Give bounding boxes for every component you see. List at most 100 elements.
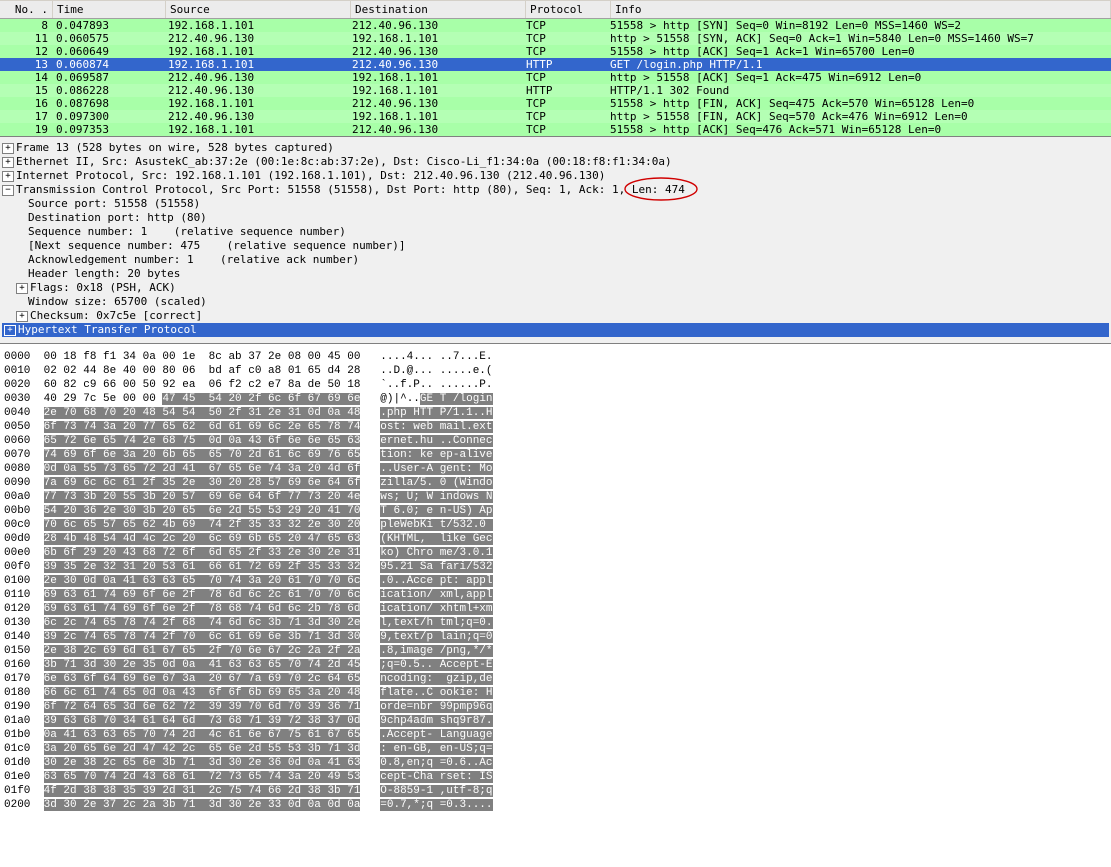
- hex-ascii-highlight: ication/ xml,appl: [380, 589, 492, 601]
- packet-row[interactable]: 170.097300212.40.96.130192.168.1.101TCPh…: [0, 110, 1111, 123]
- expand-icon[interactable]: +: [16, 311, 28, 322]
- col-header-info[interactable]: Info: [611, 1, 1111, 18]
- hex-ascii-highlight: ws; U; W indows N: [380, 491, 492, 503]
- hex-row[interactable]: 0100 2e 30 0d 0a 41 63 63 65 70 74 3a 20…: [4, 574, 1107, 588]
- hex-ascii-highlight: orde=nbr 99pmp96q: [380, 701, 492, 713]
- hex-row[interactable]: 0120 69 63 61 74 69 6f 6e 2f 78 68 74 6d…: [4, 602, 1107, 616]
- hex-row[interactable]: 0140 39 2c 74 65 78 74 2f 70 6c 61 69 6e…: [4, 630, 1107, 644]
- col-header-dst[interactable]: Destination: [351, 1, 526, 18]
- hex-offset: 0000: [4, 351, 30, 363]
- tree-ip[interactable]: +Internet Protocol, Src: 192.168.1.101 (…: [2, 169, 1109, 183]
- hex-row[interactable]: 0110 69 63 61 74 69 6f 6e 2f 78 6d 6c 2c…: [4, 588, 1107, 602]
- hex-bytes-plain: 00 18 f8 f1 34 0a 00 1e 8c ab 37 2e 08 0…: [44, 351, 361, 363]
- hex-row[interactable]: 00a0 77 73 3b 20 55 3b 20 57 69 6e 64 6f…: [4, 490, 1107, 504]
- hex-row[interactable]: 0200 3d 30 2e 37 2c 2a 3b 71 3d 30 2e 33…: [4, 798, 1107, 812]
- hex-offset: 0090: [4, 477, 30, 489]
- tree-ethernet[interactable]: +Ethernet II, Src: AsustekC_ab:37:2e (00…: [2, 155, 1109, 169]
- tcp-win: Window size: 65700 (scaled): [2, 295, 1109, 309]
- hex-offset: 0050: [4, 421, 30, 433]
- hex-bytes-highlight: 2e 38 2c 69 6d 61 67 65 2f 70 6e 67 2c 2…: [44, 645, 361, 657]
- packet-row[interactable]: 140.069587212.40.96.130192.168.1.101TCPh…: [0, 71, 1111, 84]
- hex-ascii-highlight: =0.7,*;q =0.3....: [380, 799, 492, 811]
- hex-row[interactable]: 01e0 63 65 70 74 2d 43 68 61 72 73 65 74…: [4, 770, 1107, 784]
- expand-icon[interactable]: +: [16, 283, 28, 294]
- hex-row[interactable]: 0020 60 82 c9 66 00 50 92 ea 06 f2 c2 e7…: [4, 378, 1107, 392]
- tree-tcp[interactable]: −Transmission Control Protocol, Src Port…: [2, 183, 1109, 197]
- hex-row[interactable]: 0070 74 69 6f 6e 3a 20 6b 65 65 70 2d 61…: [4, 448, 1107, 462]
- col-header-proto[interactable]: Protocol: [526, 1, 611, 18]
- packet-row[interactable]: 150.086228212.40.96.130192.168.1.101HTTP…: [0, 84, 1111, 97]
- hex-row[interactable]: 0150 2e 38 2c 69 6d 61 67 65 2f 70 6e 67…: [4, 644, 1107, 658]
- col-header-time[interactable]: Time: [53, 1, 166, 18]
- hex-row[interactable]: 0010 02 02 44 8e 40 00 80 06 bd af c0 a8…: [4, 364, 1107, 378]
- cell-time: 0.060575: [52, 32, 164, 45]
- packet-row[interactable]: 160.087698192.168.1.101212.40.96.130TCP5…: [0, 97, 1111, 110]
- cell-src: 212.40.96.130: [164, 84, 348, 97]
- ethernet-summary: Ethernet II, Src: AsustekC_ab:37:2e (00:…: [16, 155, 672, 168]
- hex-row[interactable]: 0190 6f 72 64 65 3d 6e 62 72 39 39 70 6d…: [4, 700, 1107, 714]
- hex-row[interactable]: 0090 7a 69 6c 6c 61 2f 35 2e 30 20 28 57…: [4, 476, 1107, 490]
- hex-ascii-highlight: 9chp4adm shq9r87.: [380, 715, 492, 727]
- hex-offset: 00a0: [4, 491, 30, 503]
- tree-tcp-cksum[interactable]: +Checksum: 0x7c5e [correct]: [2, 309, 1109, 323]
- hex-row[interactable]: 00b0 54 20 36 2e 30 3b 20 65 6e 2d 55 53…: [4, 504, 1107, 518]
- hex-offset: 0010: [4, 365, 30, 377]
- hex-row[interactable]: 00e0 6b 6f 29 20 43 68 72 6f 6d 65 2f 33…: [4, 546, 1107, 560]
- hex-row[interactable]: 0130 6c 2c 74 65 78 74 2f 68 74 6d 6c 3b…: [4, 616, 1107, 630]
- packet-list[interactable]: 80.047893192.168.1.101212.40.96.130TCP51…: [0, 19, 1111, 136]
- packet-row[interactable]: 190.097353192.168.1.101212.40.96.130TCP5…: [0, 123, 1111, 136]
- hex-row[interactable]: 00c0 70 6c 65 57 65 62 4b 69 74 2f 35 33…: [4, 518, 1107, 532]
- col-header-no[interactable]: No. .: [0, 1, 53, 18]
- cell-src: 212.40.96.130: [164, 32, 348, 45]
- hex-row[interactable]: 0060 65 72 6e 65 74 2e 68 75 0d 0a 43 6f…: [4, 434, 1107, 448]
- hex-bytes-plain: 02 02 44 8e 40 00 80 06 bd af c0 a8 01 6…: [44, 365, 361, 377]
- hex-row[interactable]: 0050 6f 73 74 3a 20 77 65 62 6d 61 69 6c…: [4, 420, 1107, 434]
- cell-dst: 192.168.1.101: [348, 71, 522, 84]
- tcp-len-annotation: Len: 474: [632, 183, 685, 197]
- hex-row[interactable]: 01b0 0a 41 63 63 65 70 74 2d 4c 61 6e 67…: [4, 728, 1107, 742]
- expand-icon[interactable]: +: [2, 157, 14, 168]
- collapse-icon[interactable]: −: [2, 185, 14, 196]
- hex-bytes-highlight: 39 2c 74 65 78 74 2f 70 6c 61 69 6e 3b 7…: [44, 631, 361, 643]
- hex-offset: 01a0: [4, 715, 30, 727]
- hex-ascii-plain: ....4... ..7...E.: [380, 351, 492, 363]
- packet-row[interactable]: 80.047893192.168.1.101212.40.96.130TCP51…: [0, 19, 1111, 32]
- hex-row[interactable]: 00f0 39 35 2e 32 31 20 53 61 66 61 72 69…: [4, 560, 1107, 574]
- hex-row[interactable]: 0080 0d 0a 55 73 65 72 2d 41 67 65 6e 74…: [4, 462, 1107, 476]
- tree-http[interactable]: +Hypertext Transfer Protocol: [2, 323, 1109, 337]
- hex-row[interactable]: 00d0 28 4b 48 54 4d 4c 2c 20 6c 69 6b 65…: [4, 532, 1107, 546]
- hex-bytes-highlight: 7a 69 6c 6c 61 2f 35 2e 30 20 28 57 69 6…: [44, 477, 361, 489]
- hex-row[interactable]: 01a0 39 63 68 70 34 61 64 6d 73 68 71 39…: [4, 714, 1107, 728]
- hex-row[interactable]: 0180 66 6c 61 74 65 0d 0a 43 6f 6f 6b 69…: [4, 686, 1107, 700]
- frame-summary: Frame 13 (528 bytes on wire, 528 bytes c…: [16, 141, 334, 154]
- cell-time: 0.060874: [52, 58, 164, 71]
- hex-row[interactable]: 0170 6e 63 6f 64 69 6e 67 3a 20 67 7a 69…: [4, 672, 1107, 686]
- expand-icon[interactable]: +: [4, 325, 16, 336]
- tree-frame[interactable]: +Frame 13 (528 bytes on wire, 528 bytes …: [2, 141, 1109, 155]
- packet-details-pane[interactable]: +Frame 13 (528 bytes on wire, 528 bytes …: [0, 136, 1111, 344]
- hex-ascii-highlight: .0..Acce pt: appl: [380, 575, 492, 587]
- hex-row[interactable]: 01f0 4f 2d 38 38 35 39 2d 31 2c 75 74 66…: [4, 784, 1107, 798]
- packet-row[interactable]: 130.060874192.168.1.101212.40.96.130HTTP…: [0, 58, 1111, 71]
- tcp-summary: Transmission Control Protocol, Src Port:…: [16, 183, 632, 196]
- packet-row[interactable]: 120.060649192.168.1.101212.40.96.130TCP5…: [0, 45, 1111, 58]
- hex-row[interactable]: 01d0 30 2e 38 2c 65 6e 3b 71 3d 30 2e 36…: [4, 756, 1107, 770]
- cell-src: 212.40.96.130: [164, 71, 348, 84]
- tree-tcp-flags[interactable]: +Flags: 0x18 (PSH, ACK): [2, 281, 1109, 295]
- col-header-src[interactable]: Source: [166, 1, 351, 18]
- hex-dump-pane[interactable]: 0000 00 18 f8 f1 34 0a 00 1e 8c ab 37 2e…: [0, 344, 1111, 822]
- hex-ascii-highlight: tion: ke ep-alive: [380, 449, 492, 461]
- hex-row[interactable]: 01c0 3a 20 65 6e 2d 47 42 2c 65 6e 2d 55…: [4, 742, 1107, 756]
- hex-bytes-highlight: 0d 0a 55 73 65 72 2d 41 67 65 6e 74 3a 2…: [44, 463, 361, 475]
- cell-proto: TCP: [522, 45, 606, 58]
- expand-icon[interactable]: +: [2, 171, 14, 182]
- packet-row[interactable]: 110.060575212.40.96.130192.168.1.101TCPh…: [0, 32, 1111, 45]
- hex-offset: 0030: [4, 393, 30, 405]
- expand-icon[interactable]: +: [2, 143, 14, 154]
- hex-row[interactable]: 0160 3b 71 3d 30 2e 35 0d 0a 41 63 63 65…: [4, 658, 1107, 672]
- hex-row[interactable]: 0030 40 29 7c 5e 00 00 47 45 54 20 2f 6c…: [4, 392, 1107, 406]
- hex-row[interactable]: 0040 2e 70 68 70 20 48 54 54 50 2f 31 2e…: [4, 406, 1107, 420]
- hex-ascii-highlight: ncoding: gzip,de: [380, 673, 492, 685]
- hex-bytes-highlight: 2e 30 0d 0a 41 63 63 65 70 74 3a 20 61 7…: [44, 575, 361, 587]
- hex-row[interactable]: 0000 00 18 f8 f1 34 0a 00 1e 8c ab 37 2e…: [4, 350, 1107, 364]
